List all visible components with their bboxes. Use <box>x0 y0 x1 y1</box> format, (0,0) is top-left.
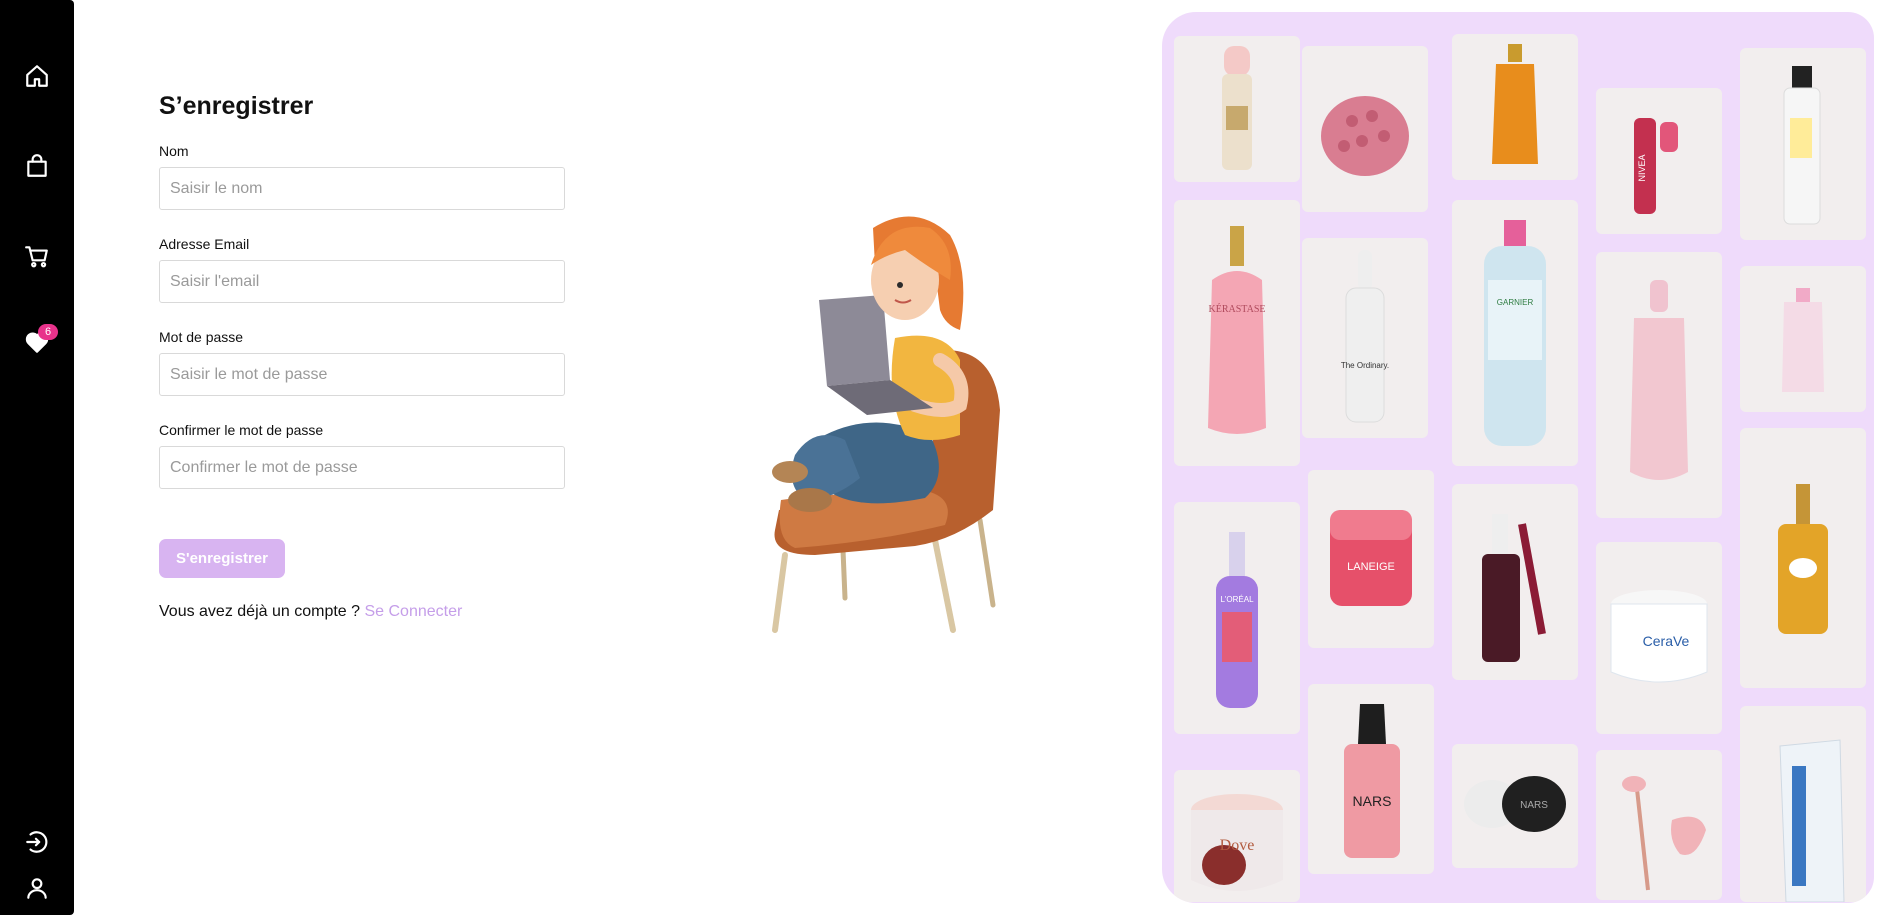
loreal-label: L'ORÉAL <box>1220 595 1254 604</box>
product-elvive-oil <box>1452 34 1578 180</box>
nivea-label: NIVEA <box>1637 154 1647 181</box>
nav-cart-button[interactable] <box>0 236 74 276</box>
dove-label: Dove <box>1220 837 1255 854</box>
email-input[interactable] <box>159 260 565 303</box>
product-kerastase-oil: KÉRASTASE <box>1174 200 1300 466</box>
ordinary-label: The Ordinary. <box>1341 361 1389 370</box>
product-cerave-cream: CeraVe <box>1596 542 1722 734</box>
product-gisou-oil <box>1740 428 1866 688</box>
product-pink-bottle <box>1596 252 1722 518</box>
shopping-bag-icon <box>27 154 47 177</box>
email-label: Adresse Email <box>159 236 250 252</box>
nav-home-button[interactable] <box>0 56 74 96</box>
product-concealer <box>1174 36 1300 182</box>
password-field-group: Mot de passe <box>159 329 579 396</box>
product-jade-roller <box>1596 750 1722 900</box>
cerave-label: CeraVe <box>1643 633 1690 649</box>
login-prompt: Vous avez déjà un compte ? Se Connecter <box>159 603 579 621</box>
product-dove-scrub: Dove <box>1174 770 1300 902</box>
kerastase-label: KÉRASTASE <box>1209 303 1266 315</box>
product-johnsons-oil <box>1740 266 1866 412</box>
home-icon <box>26 65 48 87</box>
page-title: S’enregistrer <box>159 92 314 120</box>
name-field-group: Nom <box>159 143 579 210</box>
email-field-group: Adresse Email <box>159 236 579 303</box>
product-ordinary-peeling <box>1452 484 1578 680</box>
product-garnier-micellar: GARNIER <box>1452 200 1578 466</box>
register-button[interactable]: S'enregistrer <box>159 539 285 578</box>
product-scalp-brush <box>1302 46 1428 212</box>
user-icon <box>27 878 47 899</box>
nav-favorites-button[interactable]: 6 <box>0 322 74 362</box>
nars-label: NARS <box>1353 793 1392 809</box>
login-link[interactable]: Se Connecter <box>364 603 462 620</box>
confirm-password-input[interactable] <box>159 446 565 489</box>
password-input[interactable] <box>159 353 565 396</box>
product-cicaplast-tube <box>1740 706 1866 902</box>
product-mosaic: KÉRASTASE L'ORÉAL Dove The Ordinary. LAN… <box>1162 12 1874 903</box>
product-nars-powder: NARS <box>1452 744 1578 868</box>
have-account-text: Vous avez déjà un compte ? <box>159 603 361 620</box>
garnier-label: GARNIER <box>1497 298 1534 307</box>
product-loreal-serum: L'ORÉAL <box>1174 502 1300 734</box>
login-icon <box>26 831 48 853</box>
cart-icon <box>25 246 48 268</box>
sidebar: 6 <box>0 0 74 915</box>
nav-account-button[interactable] <box>0 868 74 908</box>
name-label: Nom <box>159 143 189 159</box>
confirm-password-field-group: Confirmer le mot de passe <box>159 422 579 489</box>
laneige-label: LANEIGE <box>1347 561 1395 573</box>
confirm-password-label: Confirmer le mot de passe <box>159 422 324 438</box>
illustration-girl-laptop <box>755 210 1025 650</box>
password-label: Mot de passe <box>159 329 244 345</box>
product-cosrx-essence <box>1740 48 1866 240</box>
favorites-count-badge: 6 <box>38 324 58 340</box>
nav-login-button[interactable] <box>0 822 74 862</box>
nars-powder-label: NARS <box>1520 800 1548 811</box>
product-nivea-lip: NIVEA <box>1596 88 1722 234</box>
register-form: S’enregistrer Nom Adresse Email Mot de p… <box>159 92 579 621</box>
product-ordinary-dropper: The Ordinary. <box>1302 238 1428 438</box>
product-laneige-mask: LANEIGE <box>1308 470 1434 648</box>
product-nars-foundation: NARS <box>1308 684 1434 874</box>
name-input[interactable] <box>159 167 565 210</box>
nav-shop-button[interactable] <box>0 146 74 186</box>
